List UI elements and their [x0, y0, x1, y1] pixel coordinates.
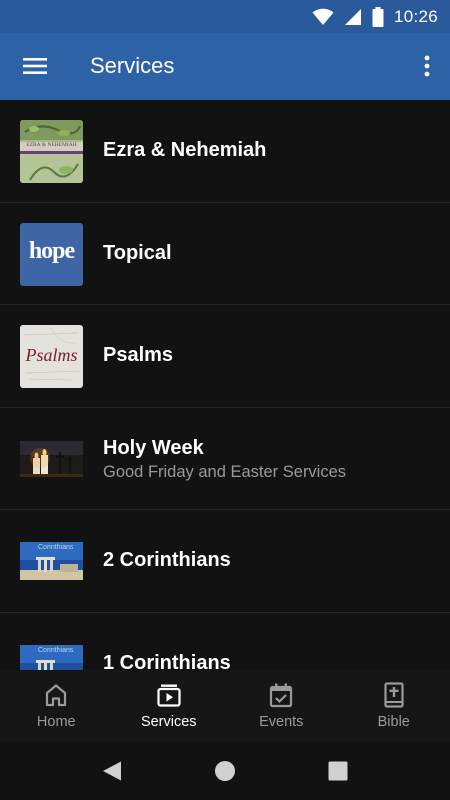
service-thumbnail: Psalms	[20, 325, 83, 388]
bottom-navigation: Home Services Events Bible	[0, 670, 450, 742]
service-thumbnail: hope	[20, 222, 83, 286]
home-icon	[46, 684, 67, 707]
system-navigation-bar	[0, 742, 450, 800]
services-list: EZRA & NEHEMIAH Ezra & Nehemiah hope Top…	[0, 100, 450, 670]
service-title: Topical	[103, 241, 172, 264]
hamburger-menu-icon	[23, 58, 47, 74]
service-item-ezra-nehemiah[interactable]: EZRA & NEHEMIAH Ezra & Nehemiah	[0, 100, 450, 203]
thumbnail-text: Corinthians	[38, 544, 74, 551]
home-circle-icon[interactable]	[214, 760, 236, 782]
service-item-1-corinthians[interactable]: Corinthians 1 Corinthians	[0, 613, 450, 671]
nav-label: Home	[36, 714, 76, 730]
nav-item-events[interactable]: Events	[225, 670, 338, 742]
status-time: 10:26	[393, 7, 438, 26]
service-title: Ezra & Nehemiah	[103, 139, 267, 161]
wifi-icon	[312, 8, 334, 25]
nav-item-services[interactable]: Services	[113, 670, 226, 742]
service-title: Psalms	[103, 344, 174, 366]
nav-label: Bible	[377, 714, 410, 730]
service-subtitle: Good Friday and Easter Services	[103, 462, 347, 481]
service-item-topical[interactable]: hope Topical	[0, 203, 450, 305]
service-title: Holy Week	[103, 436, 204, 459]
more-options-button[interactable]	[414, 45, 440, 87]
service-item-holy-week[interactable]: Holy Week Good Friday and Easter Service…	[0, 408, 450, 510]
nav-label: Events	[259, 714, 304, 730]
nav-item-bible[interactable]: Bible	[338, 670, 450, 742]
calendar-check-icon	[270, 683, 293, 708]
menu-button[interactable]	[14, 45, 56, 87]
thumbnail-text: hope	[28, 237, 75, 264]
play-playlist-icon	[157, 684, 181, 707]
more-vertical-icon	[424, 55, 430, 77]
cell-signal-icon	[344, 9, 361, 25]
page-title: Services	[90, 53, 175, 78]
battery-icon	[372, 7, 384, 27]
status-icons: 10:26	[312, 6, 438, 28]
service-thumbnail: Corinthians	[20, 530, 83, 593]
nav-label: Services	[140, 714, 197, 730]
service-thumbnail: Corinthians	[20, 632, 83, 670]
service-thumbnail: EZRA & NEHEMIAH	[20, 120, 83, 183]
service-title: 2 Corinthians	[103, 549, 231, 571]
back-icon[interactable]	[101, 760, 123, 782]
nav-item-home[interactable]: Home	[0, 670, 113, 742]
app-bar: Services	[0, 33, 450, 100]
thumbnail-text: Corinthians	[38, 646, 74, 654]
bible-icon	[384, 682, 404, 708]
thumbnail-text: EZRA & NEHEMIAH	[26, 142, 77, 148]
status-bar: 10:26	[0, 0, 450, 33]
thumbnail-text: Psalms	[25, 345, 78, 365]
service-thumbnail	[20, 427, 83, 491]
service-title: 1 Corinthians	[103, 651, 231, 671]
service-item-psalms[interactable]: Psalms Psalms	[0, 305, 450, 408]
recents-icon[interactable]	[327, 760, 349, 782]
service-item-2-corinthians[interactable]: Corinthians 2 Corinthians	[0, 510, 450, 613]
